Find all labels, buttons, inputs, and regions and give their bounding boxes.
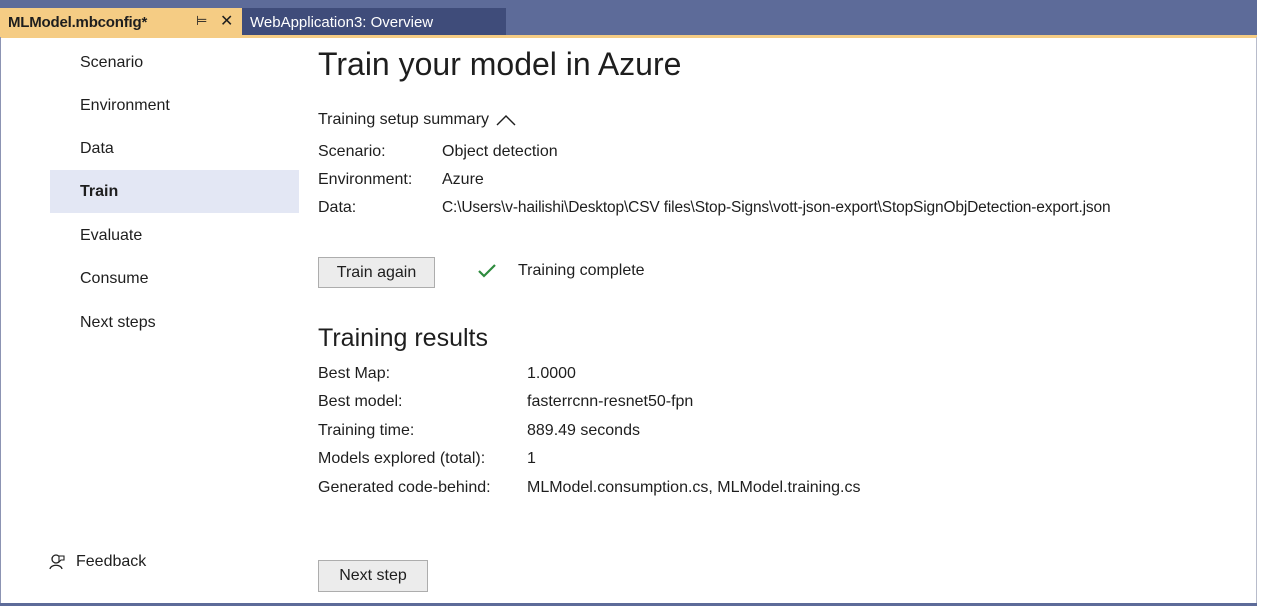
active-tab-underline (0, 35, 1257, 38)
sidebar-item-label: Consume (80, 269, 149, 287)
sidebar-item-label: Environment (80, 96, 170, 114)
page-title: Train your model in Azure (318, 46, 682, 82)
result-value: 889.49 seconds (527, 422, 640, 439)
result-key: Best Map: (318, 365, 391, 382)
result-value: MLModel.consumption.cs, MLModel.training… (527, 479, 861, 496)
feedback-link[interactable]: Feedback (48, 553, 146, 571)
sidebar-item-label: Train (80, 182, 119, 200)
tab-strip-edge (1257, 0, 1263, 37)
result-value: fasterrcnn-resnet50-fpn (527, 393, 694, 410)
result-key: Best model: (318, 393, 403, 410)
frame-border-right (1256, 37, 1257, 606)
result-key: Models explored (total): (318, 450, 486, 467)
sidebar-item-consume[interactable]: Consume (50, 257, 299, 300)
sidebar-item-label: Evaluate (80, 226, 143, 244)
sidebar-item-train[interactable]: Train (50, 170, 299, 213)
training-status: Training complete (477, 262, 645, 280)
sidebar-item-label: Next steps (80, 313, 156, 331)
summary-value: Object detection (442, 143, 558, 160)
next-step-button[interactable]: Next step (318, 560, 428, 592)
feedback-label: Feedback (76, 553, 147, 570)
sidebar-item-data[interactable]: Data (50, 127, 299, 170)
train-again-button[interactable]: Train again (318, 257, 435, 288)
result-key: Generated code-behind: (318, 479, 491, 496)
result-value: 1.0000 (527, 365, 576, 382)
feedback-icon (49, 554, 65, 570)
tab-label: MLModel.mbconfig* (8, 14, 148, 31)
sidebar-item-next-steps[interactable]: Next steps (50, 301, 299, 344)
summary-key: Scenario: (318, 143, 386, 160)
sidebar-item-label: Scenario (80, 53, 144, 71)
pin-icon[interactable]: ⊨ (196, 13, 207, 29)
sidebar-item-scenario[interactable]: Scenario (50, 41, 299, 84)
summary-key: Environment: (318, 171, 413, 188)
summary-value: Azure (442, 171, 484, 188)
sidebar-item-environment[interactable]: Environment (50, 84, 299, 127)
result-value: 1 (527, 450, 536, 467)
sidebar-item-label: Data (80, 139, 114, 157)
training-results-title: Training results (318, 324, 488, 352)
sidebar-item-evaluate[interactable]: Evaluate (50, 214, 299, 257)
summary-toggle[interactable]: Training setup summary (318, 111, 517, 129)
status-text: Training complete (518, 262, 645, 279)
tab-mlmodel-mbconfig[interactable]: MLModel.mbconfig* ⊨ ✕ (0, 8, 242, 37)
summary-key: Data: (318, 199, 357, 216)
tab-webapplication3-overview[interactable]: WebApplication3: Overview (242, 8, 506, 37)
document-tab-strip: MLModel.mbconfig* ⊨ ✕ WebApplication3: O… (0, 0, 1263, 37)
chevron-up-icon (496, 115, 516, 126)
result-key: Training time: (318, 422, 415, 439)
frame-border-left (0, 37, 1, 606)
checkmark-icon (478, 264, 496, 278)
close-icon[interactable]: ✕ (220, 11, 233, 31)
summary-toggle-label: Training setup summary (318, 111, 490, 128)
tab-label: WebApplication3: Overview (250, 14, 434, 31)
summary-value: C:\Users\v-hailishi\Desktop\CSV files\St… (442, 199, 1111, 216)
